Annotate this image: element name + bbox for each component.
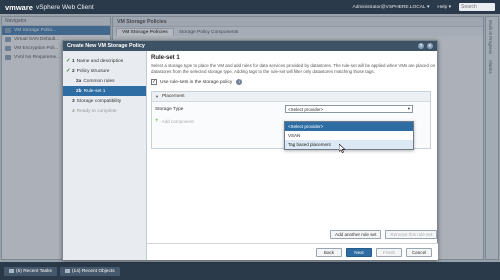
step-number: 2 (72, 68, 75, 74)
step-content: Rule-set 1 Select a storage type to plac… (151, 55, 435, 245)
dropdown-option[interactable]: VSAN (285, 131, 413, 140)
recent-tasks-label: Recent Tasks (23, 268, 52, 274)
objects-icon (64, 269, 70, 273)
step-label: Common rules (83, 78, 115, 84)
storage-type-label: Storage Type (155, 106, 184, 112)
placement-label: Placement (161, 94, 185, 100)
info-icon[interactable]: i (236, 79, 243, 86)
step-number: 2a (76, 78, 82, 84)
storage-type-select[interactable]: <Select provider> ▾ (285, 105, 413, 114)
step-label: Storage compatibility (76, 98, 122, 104)
vmware-logo: vmware (5, 2, 33, 12)
step-label: Ready to complete (76, 108, 117, 114)
back-button[interactable]: Back (316, 247, 342, 257)
plus-icon: + (155, 118, 159, 125)
add-component-label: Add component (161, 118, 194, 124)
wizard-step[interactable]: 3 Storage compatibility (63, 96, 146, 106)
user-menu[interactable]: Administrator@VSPHERE.LOCAL ▾ (353, 5, 430, 10)
step-number: 3 (72, 98, 75, 104)
tasks-icon (9, 269, 14, 273)
cancel-button[interactable]: Cancel (406, 247, 432, 257)
help-menu[interactable]: Help ▾ (437, 5, 451, 10)
product-title: vSphere Web Client (35, 3, 94, 11)
dialog-title: Create New VM Storage Policy (67, 43, 145, 49)
dialog-titlebar: Create New VM Storage Policy ? × (63, 41, 437, 51)
wizard-step[interactable]: 2a Common rules (63, 76, 146, 86)
use-rule-sets-checkbox[interactable]: ✓ (151, 79, 157, 86)
add-rule-set-button[interactable]: Add another rule set (330, 230, 382, 239)
create-policy-dialog: Create New VM Storage Policy ? × ✓ 1 Name … (62, 40, 438, 260)
storage-type-value: <Select provider> (288, 106, 324, 112)
content-description: Select a storage type to place the VM an… (151, 63, 436, 74)
dropdown-option[interactable]: <Select provider> (285, 122, 413, 131)
search-input[interactable]: Search (459, 3, 495, 11)
chevron-down-icon: ▾ (407, 106, 410, 112)
step-label: Rule-set 1 (83, 88, 106, 94)
bottom-bar: (5) Recent Tasks (14) Recent Objects (0, 262, 500, 280)
recent-tasks-tab[interactable]: (5) Recent Tasks (4, 266, 57, 276)
use-rule-sets-row: ✓ Use rule-sets in the storage policy i (151, 79, 435, 86)
mouse-pointer-icon (339, 144, 346, 153)
wizard-step[interactable]: ✓ 1 Name and description (63, 56, 146, 66)
collapse-triangle-icon: ▼ (155, 94, 159, 100)
content-title: Rule-set 1 (151, 55, 180, 61)
top-bar: vmware vSphere Web Client Administrator@… (0, 0, 500, 14)
placement-header[interactable]: ▼ Placement (152, 92, 430, 103)
storage-type-dropdown: <Select provider> VSAN Tag based placeme… (284, 121, 414, 150)
help-icon[interactable]: ? (418, 43, 424, 49)
dialog-footer: Back Next Finish Cancel (147, 243, 438, 260)
wizard-step-current[interactable]: 2b Rule-set 1 (63, 86, 146, 96)
step-number: 2b (76, 88, 82, 94)
recent-objects-count: (14) (71, 268, 81, 274)
next-button[interactable]: Next (346, 247, 372, 257)
step-number: 4 (72, 108, 75, 114)
finish-button[interactable]: Finish (376, 247, 402, 257)
wizard-steps: ✓ 1 Name and description ✓ 2 Policy structur… (63, 51, 147, 260)
step-number: 1 (72, 58, 75, 64)
recent-tasks-count: (5) (16, 268, 22, 274)
wizard-step[interactable]: ✓ 2 Policy structure (63, 66, 146, 76)
dropdown-option[interactable]: Tag based placement (285, 140, 413, 149)
remove-rule-set-button[interactable]: Remove this rule set (385, 230, 438, 239)
user-label: Administrator@VSPHERE.LOCAL (352, 4, 426, 10)
recent-objects-tab[interactable]: (14) Recent Objects (59, 266, 120, 276)
recent-objects-label: Recent Objects (81, 268, 115, 274)
help-label: Help (437, 4, 448, 10)
step-label: Policy structure (76, 68, 110, 74)
storage-type-row: Storage Type <Select provider> ▾ (152, 102, 430, 116)
use-rule-sets-label: Use rule-sets in the storage policy (160, 79, 233, 85)
ruleset-buttons: Add another rule set Remove this rule se… (326, 230, 438, 239)
wizard-step: 4 Ready to complete (63, 106, 146, 116)
step-label: Name and description (76, 58, 124, 64)
close-icon[interactable]: × (427, 43, 433, 49)
search-placeholder: Search (461, 4, 477, 10)
